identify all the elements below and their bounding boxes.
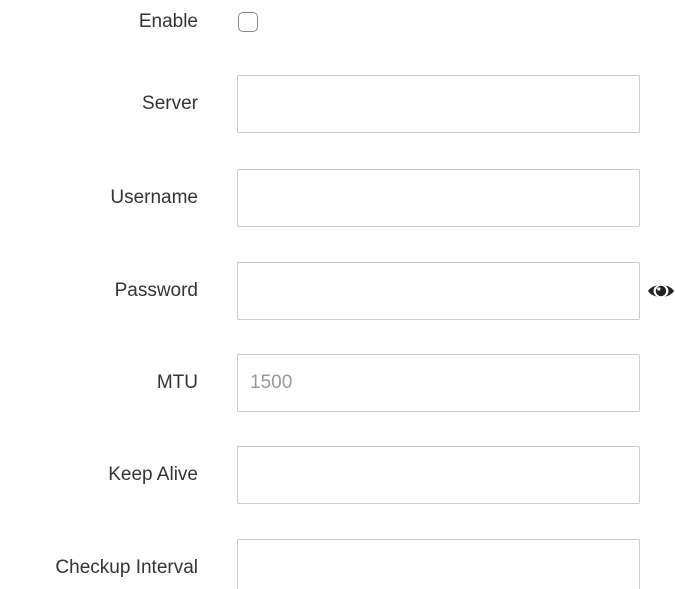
enable-label: Enable <box>138 11 198 32</box>
pppoe-settings-form: Enable Server Username Password MTU Keep… <box>0 0 675 589</box>
eye-icon[interactable] <box>647 281 675 301</box>
server-input[interactable] <box>237 75 640 133</box>
mtu-label: MTU <box>156 372 198 393</box>
username-row: Username <box>0 169 675 227</box>
checkup-interval-row: Checkup Interval <box>0 539 675 589</box>
username-label: Username <box>110 187 198 208</box>
username-input[interactable] <box>237 169 640 227</box>
mtu-input[interactable] <box>237 354 640 412</box>
enable-row: Enable <box>0 0 675 45</box>
checkup-interval-input[interactable] <box>237 539 640 589</box>
server-row: Server <box>0 75 675 133</box>
mtu-row: MTU <box>0 354 675 412</box>
password-label: Password <box>114 280 198 301</box>
password-row: Password <box>0 262 675 320</box>
keep-alive-label: Keep Alive <box>108 464 198 485</box>
keep-alive-input[interactable] <box>237 446 640 504</box>
server-label: Server <box>142 93 198 114</box>
password-input[interactable] <box>237 262 640 320</box>
enable-checkbox[interactable] <box>238 12 258 32</box>
checkup-interval-label: Checkup Interval <box>55 557 198 578</box>
keep-alive-row: Keep Alive <box>0 446 675 504</box>
